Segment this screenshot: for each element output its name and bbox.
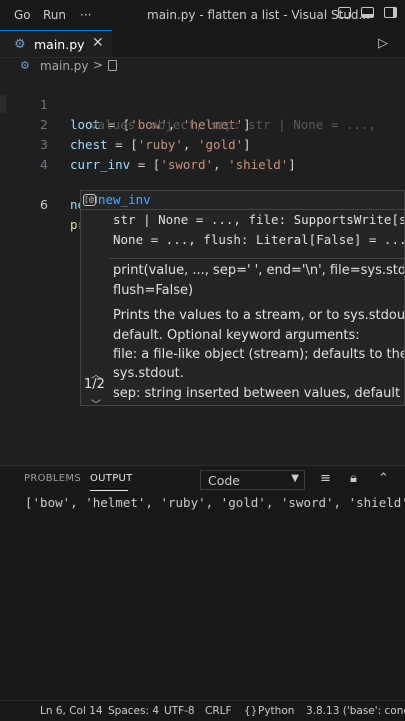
doc-text: sys.stdout. [113,366,184,381]
signature-text: flush=False) [113,283,194,298]
chevron-right-icon: > [93,58,104,72]
chevron-down-icon[interactable]: ﹀ [91,396,101,405]
close-icon[interactable]: ✕ [92,35,104,51]
status-encoding[interactable]: UTF-8 [164,705,195,717]
doc-text: Prints the values to a stream, or to sys… [113,308,405,323]
suggest-item-label[interactable]: new_inv [98,192,151,207]
variable-icon: [@] [83,194,99,206]
toggle-sidebar-icon[interactable] [338,7,351,18]
breadcrumb-file[interactable]: main.py [40,59,89,73]
code-line[interactable]: 5 new_inv = loot + chest + curr_inv [0,155,405,212]
divider [109,258,404,259]
status-interpreter[interactable]: 3.8.13 ('base': conda) [306,705,405,717]
output-channel-select[interactable]: Code ▼ [200,470,305,490]
output-channel-value: Code [208,473,241,488]
list-icon[interactable]: ≡ [320,471,331,486]
status-language[interactable]: Python [258,705,294,717]
active-tab-indicator [90,490,128,491]
chevron-up-icon[interactable]: ⌃ [378,471,389,486]
signature-help: str | None = ..., file: SupportsWrite[st… [80,210,405,406]
code-line[interactable]: 1 loot = ['bow', 'helmet'] [0,75,405,132]
toggle-panel-icon[interactable] [361,7,374,18]
signature-line: str | None = ..., file: SupportsWrite[st… [113,212,405,227]
tab-label: main.py [34,37,85,52]
overload-counter: 1/2 [84,377,105,392]
status-bar: Ln 6, Col 14 Spaces: 4 UTF-8 CRLF {} Pyt… [0,700,405,721]
menu-run[interactable]: Run [43,8,66,22]
signature-line: None = ..., flush: Literal[False] = ...) [113,232,405,247]
braces-icon[interactable]: {} [244,705,257,717]
menu-more-icon[interactable]: ··· [80,8,91,22]
doc-text: sep: string inserted between values, def… [113,386,401,401]
lock-icon[interactable]: 🔒︎ [350,471,357,486]
title-bar: Go Run ··· main.py - flatten a list - Vi… [0,0,405,30]
symbol-icon[interactable] [108,60,117,71]
suggest-widget[interactable]: [@] new_inv [80,190,405,210]
breadcrumb: ⚙ main.py > [0,57,405,75]
signature-text: print(value, ..., sep=' ', end='\n', fil… [113,263,405,278]
status-indentation[interactable]: Spaces: 4 [108,705,159,717]
output-text: ['bow', 'helmet', 'ruby', 'gold', 'sword… [25,495,405,510]
python-file-icon: ⚙ [14,37,26,52]
editor-tab-bar: ⚙ main.py ✕ ▷ [0,30,405,58]
code-line[interactable]: 2 chest = ['ruby', 'gold'] [0,95,405,152]
chevron-down-icon: ▼ [291,473,299,484]
status-eol[interactable]: CRLF [205,705,232,717]
menu-go[interactable]: Go [14,8,31,22]
window-title: main.py - flatten a list - Visual Stud..… [147,8,370,22]
parameter-hint-ghost: values: object, sep: str | None = ..., [90,117,376,132]
python-file-icon: ⚙ [20,59,30,72]
bottom-panel: PROBLEMS OUTPUT Code ▼ ≡ 🔒︎ ⌃ ['bow', 'h… [0,465,405,701]
code-line[interactable]: 4 [0,135,405,172]
status-cursor-position[interactable]: Ln 6, Col 14 [40,705,103,717]
doc-text: file: a file-like object (stream); defau… [113,347,404,362]
line-number: 6 [40,197,48,212]
tab-problems[interactable]: PROBLEMS [24,473,81,484]
tab-main-py[interactable]: ⚙ main.py ✕ [0,30,112,57]
doc-text: default. Optional keyword arguments: [113,328,360,343]
tab-output[interactable]: OUTPUT [90,473,133,484]
run-icon[interactable]: ▷ [378,36,388,51]
toggle-secondary-sidebar-icon[interactable] [384,7,397,18]
